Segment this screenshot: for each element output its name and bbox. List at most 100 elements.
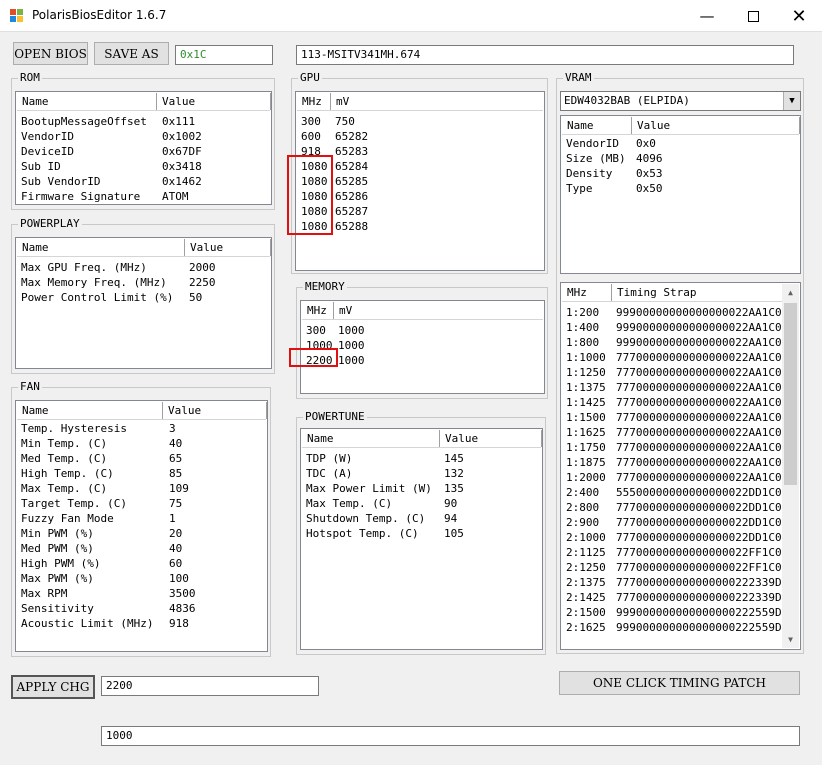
timing-row[interactable]: 1:2000 77700000000000000022AA1C00 xyxy=(562,470,782,485)
open-bios-button[interactable]: OPEN BIOS xyxy=(13,42,88,65)
timing-row[interactable]: 2:800 77700000000000000022DD1C00 xyxy=(562,500,782,515)
powertune-row[interactable]: TDC (A) 132 xyxy=(302,466,541,481)
rom-row[interactable]: VendorID 0x1002 xyxy=(17,129,270,144)
fan-row[interactable]: Acoustic Limit (MHz) 918 xyxy=(17,616,266,631)
maximize-icon[interactable] xyxy=(730,0,776,32)
powerplay-list[interactable]: Name Value Max GPU Freq. (MHz) 2000 Max Me… xyxy=(15,237,272,369)
memory-list[interactable]: MHz mV 300 1000 1000 1000 2200 1000 xyxy=(300,300,545,394)
timing-scrollbar[interactable]: ▲ ▼ xyxy=(782,284,799,648)
timing-row[interactable]: 2:1425 777000000000000000222339D00 xyxy=(562,590,782,605)
timing-row[interactable]: 2:1000 77700000000000000022DD1C00 xyxy=(562,530,782,545)
timing-row[interactable]: 1:1000 77700000000000000022AA1C00 xyxy=(562,350,782,365)
timing-row[interactable]: 1:400 99900000000000000022AA1C00 xyxy=(562,320,782,335)
gpu-row[interactable]: 600 65282 xyxy=(297,129,543,144)
fan-row[interactable]: Min PWM (%) 20 xyxy=(17,526,266,541)
vram-header-value[interactable]: Value xyxy=(632,117,800,134)
minimize-icon[interactable]: — xyxy=(684,0,730,32)
powertune-header-name[interactable]: Name xyxy=(302,430,440,447)
timing-row[interactable]: 1:1500 77700000000000000022AA1C00 xyxy=(562,410,782,425)
vram-select[interactable]: EDW4032BAB (ELPIDA) ▼ xyxy=(560,91,801,111)
timing-row[interactable]: 2:1500 999000000000000000222559D00 xyxy=(562,605,782,620)
timing-row[interactable]: 2:1625 999000000000000000222559D00 xyxy=(562,620,782,635)
apply-change-button[interactable]: APPLY CHG xyxy=(11,675,95,699)
powerplay-row[interactable]: Power Control Limit (%) 50 xyxy=(17,290,270,305)
rom-row[interactable]: Sub VendorID 0x1462 xyxy=(17,174,270,189)
timing-row[interactable]: 1:1250 77700000000000000022AA1C00 xyxy=(562,365,782,380)
timing-row[interactable]: 1:1875 77700000000000000022AA1C00 xyxy=(562,455,782,470)
fan-row[interactable]: Temp. Hysteresis 3 xyxy=(17,421,266,436)
powerplay-row[interactable]: Max Memory Freq. (MHz) 2250 xyxy=(17,275,270,290)
rom-row[interactable]: BootupMessageOffset 0x111 xyxy=(17,114,270,129)
rom-list[interactable]: Name Value BootupMessageOffset 0x111 Vendo… xyxy=(15,91,272,205)
powerplay-header-name[interactable]: Name xyxy=(17,239,185,256)
chevron-down-icon[interactable]: ▼ xyxy=(783,92,800,110)
gpu-header-mhz[interactable]: MHz xyxy=(297,93,331,110)
bios-name-field[interactable]: 113-MSITV341MH.674 xyxy=(296,45,794,65)
gpu-row[interactable]: 1080 65285 xyxy=(297,174,543,189)
vram-row[interactable]: VendorID 0x0 xyxy=(562,136,799,151)
fan-row[interactable]: Min Temp. (C) 40 xyxy=(17,436,266,451)
timing-row[interactable]: 2:1375 777000000000000000222339D00 xyxy=(562,575,782,590)
fan-row[interactable]: High Temp. (C) 85 xyxy=(17,466,266,481)
fan-row[interactable]: Target Temp. (C) 75 xyxy=(17,496,266,511)
fan-header-name[interactable]: Name xyxy=(17,402,163,419)
gpu-row[interactable]: 918 65283 xyxy=(297,144,543,159)
powertune-row[interactable]: Max Power Limit (W) 135 xyxy=(302,481,541,496)
fan-row[interactable]: High PWM (%) 60 xyxy=(17,556,266,571)
vram-row[interactable]: Density 0x53 xyxy=(562,166,799,181)
powertune-row[interactable]: Hotspot Temp. (C) 105 xyxy=(302,526,541,541)
fan-row[interactable]: Fuzzy Fan Mode 1 xyxy=(17,511,266,526)
fan-row[interactable]: Max RPM 3500 xyxy=(17,586,266,601)
memory-header-mhz[interactable]: MHz xyxy=(302,302,334,319)
powertune-row[interactable]: TDP (W) 145 xyxy=(302,451,541,466)
powertune-header-value[interactable]: Value xyxy=(440,430,542,447)
fan-header-value[interactable]: Value xyxy=(163,402,267,419)
gpu-row[interactable]: 1080 65288 xyxy=(297,219,543,234)
checksum-field[interactable]: 0x1C xyxy=(175,45,273,65)
rom-header-name[interactable]: Name xyxy=(17,93,157,110)
timing-row[interactable]: 2:400 55500000000000000022DD1C00 xyxy=(562,485,782,500)
timing-row[interactable]: 1:1375 77700000000000000022AA1C00 xyxy=(562,380,782,395)
timing-row[interactable]: 2:1125 77700000000000000022FF1C00 xyxy=(562,545,782,560)
timing-row[interactable]: 2:1250 77700000000000000022FF1C00 xyxy=(562,560,782,575)
powertune-row[interactable]: Max Temp. (C) 90 xyxy=(302,496,541,511)
fan-row[interactable]: Max PWM (%) 100 xyxy=(17,571,266,586)
gpu-row[interactable]: 1080 65287 xyxy=(297,204,543,219)
timing-list[interactable]: MHz Timing Strap 1:200 999000000000000000… xyxy=(560,282,801,650)
gpu-header-mv[interactable]: mV xyxy=(331,93,544,110)
rom-row[interactable]: Firmware Signature ATOM xyxy=(17,189,270,204)
scroll-up-icon[interactable]: ▲ xyxy=(782,284,799,301)
timing-row[interactable]: 2:900 77700000000000000022DD1C00 xyxy=(562,515,782,530)
scroll-thumb[interactable] xyxy=(784,303,797,485)
timing-row[interactable]: 1:1625 77700000000000000022AA1C00 xyxy=(562,425,782,440)
memory-header-mv[interactable]: mV xyxy=(334,302,544,319)
rom-row[interactable]: DeviceID 0x67DF xyxy=(17,144,270,159)
timing-row[interactable]: 1:1425 77700000000000000022AA1C00 xyxy=(562,395,782,410)
close-icon[interactable]: ✕ xyxy=(776,0,822,32)
powertune-list[interactable]: Name Value TDP (W) 145 TDC (A) 132 Max Power… xyxy=(300,428,543,650)
powerplay-row[interactable]: Max GPU Freq. (MHz) 2000 xyxy=(17,260,270,275)
memory-row[interactable]: 2200 1000 xyxy=(302,353,543,368)
fan-row[interactable]: Med Temp. (C) 65 xyxy=(17,451,266,466)
vram-header-name[interactable]: Name xyxy=(562,117,632,134)
fan-row[interactable]: Med PWM (%) 40 xyxy=(17,541,266,556)
timing-row[interactable]: 1:1750 77700000000000000022AA1C00 xyxy=(562,440,782,455)
fan-list[interactable]: Name Value Temp. Hysteresis 3 Min Temp. (C… xyxy=(15,400,268,652)
gpu-row[interactable]: 1080 65286 xyxy=(297,189,543,204)
rom-row[interactable]: Sub ID 0x3418 xyxy=(17,159,270,174)
timing-row[interactable]: 1:800 99900000000000000022AA1C00 xyxy=(562,335,782,350)
vram-info-list[interactable]: Name Value VendorID 0x0 Size (MB) 4096 Densi… xyxy=(560,115,801,274)
fan-row[interactable]: Sensitivity 4836 xyxy=(17,601,266,616)
gpu-row[interactable]: 1080 65284 xyxy=(297,159,543,174)
save-as-button[interactable]: SAVE AS xyxy=(94,42,169,65)
vram-row[interactable]: Size (MB) 4096 xyxy=(562,151,799,166)
rom-header-value[interactable]: Value xyxy=(157,93,271,110)
one-click-timing-patch-button[interactable]: ONE CLICK TIMING PATCH xyxy=(559,671,800,695)
memory-row[interactable]: 300 1000 xyxy=(302,323,543,338)
vram-row[interactable]: Type 0x50 xyxy=(562,181,799,196)
gpu-row[interactable]: 300 750 xyxy=(297,114,543,129)
memory-row[interactable]: 1000 1000 xyxy=(302,338,543,353)
bottom-value-field[interactable]: 1000 xyxy=(101,726,800,746)
powerplay-header-value[interactable]: Value xyxy=(185,239,271,256)
timing-row[interactable]: 1:200 99900000000000000022AA1C00 xyxy=(562,305,782,320)
